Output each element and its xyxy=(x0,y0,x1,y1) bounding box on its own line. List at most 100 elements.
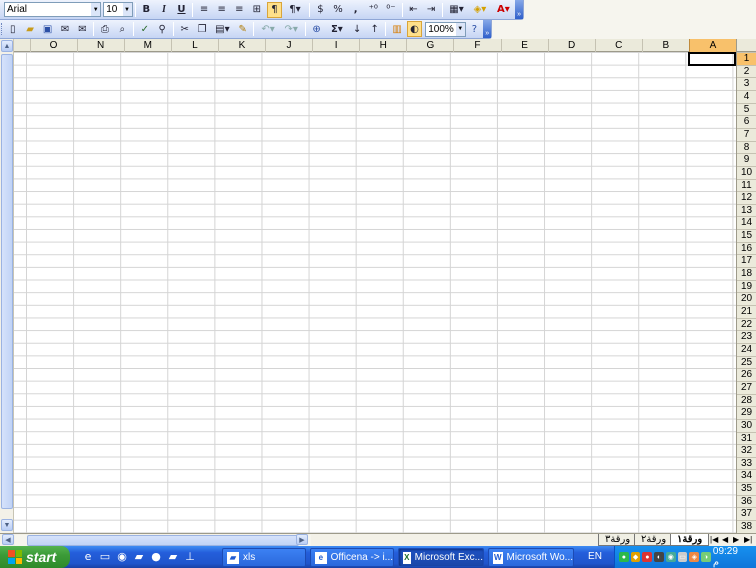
paste-icon[interactable]: ▤▾ xyxy=(212,21,233,37)
row-header[interactable]: 4 xyxy=(737,89,756,103)
row-header[interactable]: 20 xyxy=(737,292,756,305)
column-header[interactable]: B xyxy=(641,39,689,52)
row-header[interactable]: 27 xyxy=(737,380,756,394)
folder-icon[interactable]: ▰ xyxy=(131,549,147,565)
hyperlink-icon[interactable]: ⊕ xyxy=(309,21,324,37)
row-header[interactable]: 6 xyxy=(737,115,756,128)
tab-next-icon[interactable]: ▶ xyxy=(733,534,739,546)
tab-first-icon[interactable]: |◀ xyxy=(710,534,718,546)
tray-app-icon[interactable]: ◉ xyxy=(665,552,676,562)
column-header[interactable]: J xyxy=(265,39,312,52)
row-header[interactable]: 14 xyxy=(737,216,756,229)
media-player-icon[interactable]: ◉ xyxy=(114,549,130,565)
zoom-dropdown-icon[interactable]: ▼ xyxy=(455,22,465,36)
row-header[interactable]: 25 xyxy=(737,355,756,369)
row-header[interactable]: 9 xyxy=(737,153,756,166)
percent-button[interactable]: % xyxy=(330,2,346,18)
permission-icon[interactable]: ✉ xyxy=(57,21,72,37)
row-header[interactable]: 8 xyxy=(737,140,756,154)
research-icon[interactable]: ⚲ xyxy=(155,21,170,37)
tray-network-icon[interactable]: ● xyxy=(619,552,629,562)
row-header[interactable]: 23 xyxy=(737,330,756,343)
row-header[interactable]: 5 xyxy=(737,102,756,116)
row-header[interactable]: 2 xyxy=(737,64,756,78)
toolbar-options-chevron-icon[interactable]: » xyxy=(483,20,491,38)
active-cell-a1[interactable] xyxy=(688,52,736,66)
tray-update-icon[interactable]: ◈ xyxy=(689,552,700,562)
task-xls[interactable]: ▰ xls xyxy=(222,548,306,567)
decrease-indent-icon[interactable]: ⇤ xyxy=(406,2,422,18)
print-preview-icon[interactable]: ⌕ xyxy=(115,21,130,37)
tray-antivirus-icon[interactable]: ● xyxy=(642,552,653,562)
sheet-tab[interactable]: ورقة٣ xyxy=(598,534,638,546)
tray-volume-icon[interactable]: ◐ xyxy=(654,552,664,562)
column-header[interactable]: N xyxy=(76,39,124,52)
tray-messenger-icon[interactable]: ◑ xyxy=(701,552,711,562)
align-right-icon[interactable]: ≡ xyxy=(231,2,247,18)
row-header[interactable]: 29 xyxy=(737,406,756,419)
row-header[interactable]: 7 xyxy=(737,127,756,141)
vertical-scroll-thumb[interactable] xyxy=(1,54,13,509)
row-header[interactable]: 13 xyxy=(737,203,756,217)
column-header[interactable]: L xyxy=(170,39,218,52)
underline-button[interactable]: U xyxy=(174,2,190,18)
start-button[interactable]: start xyxy=(0,546,70,568)
format-painter-icon[interactable]: ✎ xyxy=(235,21,250,37)
column-header[interactable]: D xyxy=(547,39,595,52)
scroll-right-icon[interactable]: ▶ xyxy=(296,534,308,545)
right-to-left-icon[interactable]: ¶ xyxy=(266,1,283,18)
toolbar-options-chevron-icon[interactable]: » xyxy=(515,0,523,19)
show-desktop-icon[interactable]: ▭ xyxy=(97,549,113,565)
horizontal-scroll-thumb[interactable] xyxy=(27,535,299,546)
row-header[interactable]: 16 xyxy=(737,241,756,255)
row-header[interactable]: 37 xyxy=(737,507,756,520)
redo-icon[interactable]: ↷▾ xyxy=(281,21,302,37)
align-left-icon[interactable]: ≡ xyxy=(196,2,212,18)
autosum-button[interactable]: Σ ▾ xyxy=(326,21,347,37)
row-header[interactable]: 38 xyxy=(737,520,756,533)
quicklaunch-arrow-icon[interactable]: ⊥ xyxy=(182,549,198,565)
row-header[interactable]: 18 xyxy=(737,267,756,280)
font-name-combo[interactable]: Arial ▼ xyxy=(4,2,102,17)
column-header[interactable]: M xyxy=(123,39,171,52)
left-to-right-icon[interactable]: ¶▾ xyxy=(284,2,305,18)
font-name-dropdown-icon[interactable]: ▼ xyxy=(91,3,101,16)
row-header[interactable]: 33 xyxy=(737,456,756,470)
merge-center-icon[interactable]: ⊞ xyxy=(249,2,265,18)
row-header[interactable]: 28 xyxy=(737,393,756,407)
row-header[interactable]: 22 xyxy=(737,317,756,331)
align-center-icon[interactable]: ≡ xyxy=(214,2,230,18)
increase-decimal-icon[interactable]: ⁺⁰ xyxy=(365,2,381,18)
fill-color-icon[interactable]: ◈▾ xyxy=(469,2,490,18)
row-header[interactable]: 1 xyxy=(737,52,756,65)
scroll-left-icon[interactable]: ◀ xyxy=(2,534,14,545)
language-indicator[interactable]: EN xyxy=(578,546,612,568)
task-excel[interactable]: X Microsoft Exc... xyxy=(398,548,484,567)
vertical-scrollbar[interactable]: ▲ ▼ xyxy=(0,39,14,533)
italic-button[interactable]: I xyxy=(156,2,172,18)
font-size-combo[interactable]: 10 ▼ xyxy=(103,2,133,17)
opera-icon[interactable]: ● xyxy=(148,549,164,565)
cut-icon[interactable]: ✂ xyxy=(177,21,192,37)
undo-icon[interactable]: ↶▾ xyxy=(257,21,278,37)
tab-prev-icon[interactable]: ◀ xyxy=(722,534,728,546)
column-header[interactable]: H xyxy=(359,39,406,52)
row-header[interactable]: 31 xyxy=(737,431,756,445)
decrease-decimal-icon[interactable]: ⁰⁻ xyxy=(383,2,399,18)
row-header[interactable]: 35 xyxy=(737,482,756,495)
drawing-icon[interactable]: ◐ xyxy=(406,21,423,37)
bold-button[interactable]: B xyxy=(139,2,155,18)
row-header[interactable]: 10 xyxy=(737,165,756,179)
column-header[interactable]: F xyxy=(453,39,500,52)
row-header[interactable]: 12 xyxy=(737,191,756,204)
task-officena[interactable]: e Officena -> i... xyxy=(310,548,394,567)
column-header[interactable]: G xyxy=(406,39,453,52)
column-header[interactable]: I xyxy=(312,39,359,52)
tray-display-icon[interactable]: ▭ xyxy=(677,552,688,562)
row-header[interactable]: 15 xyxy=(737,229,756,242)
print-icon[interactable]: ⎙ xyxy=(97,21,112,37)
row-header[interactable]: 32 xyxy=(737,444,756,457)
email-icon[interactable]: ✉ xyxy=(75,21,90,37)
row-header[interactable]: 17 xyxy=(737,254,756,267)
sheet-tab-active[interactable]: ورقة١ xyxy=(670,534,710,546)
